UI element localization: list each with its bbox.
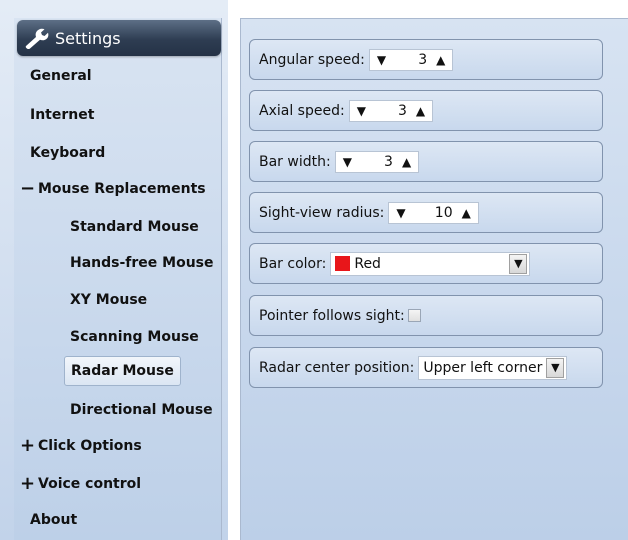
collapse-icon[interactable]: − bbox=[20, 180, 38, 198]
decrement-icon[interactable]: ▼ bbox=[374, 53, 389, 67]
pointer-follows-sight-row: Pointer follows sight: bbox=[249, 295, 603, 336]
decrement-icon[interactable]: ▼ bbox=[340, 155, 355, 169]
sight-view-radius-label: Sight-view radius: bbox=[259, 204, 385, 221]
sidebar-item-hands-free-mouse[interactable]: Hands-free Mouse bbox=[70, 255, 214, 271]
sidebar-item-label: Keyboard bbox=[30, 145, 106, 161]
radar-center-position-label: Radar center position: bbox=[259, 359, 415, 376]
axial-speed-label: Axial speed: bbox=[259, 102, 345, 119]
bar-width-stepper[interactable]: ▼ 3 ▲ bbox=[334, 150, 420, 173]
decrement-icon[interactable]: ▼ bbox=[393, 206, 408, 220]
sidebar-item-label: About bbox=[30, 512, 78, 528]
sidebar-item-label: Mouse Replacements bbox=[38, 181, 206, 197]
axial-speed-row: Axial speed: ▼ 3 ▲ bbox=[249, 90, 603, 131]
sidebar-item-directional-mouse[interactable]: Directional Mouse bbox=[70, 402, 213, 418]
increment-icon[interactable]: ▲ bbox=[413, 104, 428, 118]
sidebar-item-radar-mouse[interactable]: Radar Mouse bbox=[64, 356, 181, 386]
sidebar-item-general[interactable]: General bbox=[30, 68, 92, 84]
sidebar-item-label: XY Mouse bbox=[70, 292, 148, 308]
angular-speed-stepper[interactable]: ▼ 3 ▲ bbox=[368, 48, 454, 71]
angular-speed-row: Angular speed: ▼ 3 ▲ bbox=[249, 39, 603, 80]
bar-color-label: Bar color: bbox=[259, 255, 327, 272]
sidebar-item-label: Radar Mouse bbox=[71, 363, 174, 379]
sidebar-item-label: Directional Mouse bbox=[70, 402, 213, 418]
expand-icon[interactable]: + bbox=[20, 475, 38, 493]
angular-speed-label: Angular speed: bbox=[259, 51, 365, 68]
pointer-follows-sight-label: Pointer follows sight: bbox=[259, 307, 405, 324]
increment-icon[interactable]: ▲ bbox=[433, 53, 448, 67]
sidebar-item-label: Hands-free Mouse bbox=[70, 255, 214, 271]
sidebar-item-internet[interactable]: Internet bbox=[30, 107, 94, 123]
settings-header: Settings bbox=[17, 20, 221, 56]
increment-icon[interactable]: ▲ bbox=[459, 206, 474, 220]
sight-view-radius-stepper[interactable]: ▼ 10 ▲ bbox=[388, 201, 479, 224]
bar-width-value[interactable]: 3 bbox=[355, 154, 399, 170]
sidebar-item-xy-mouse[interactable]: XY Mouse bbox=[70, 292, 147, 308]
bar-width-row: Bar width: ▼ 3 ▲ bbox=[249, 141, 603, 182]
radar-center-position-value: Upper left corner bbox=[423, 359, 543, 376]
axial-speed-stepper[interactable]: ▼ 3 ▲ bbox=[348, 99, 434, 122]
sidebar-item-scanning-mouse[interactable]: Scanning Mouse bbox=[70, 329, 199, 345]
sidebar-item-mouse-replacements[interactable]: − Mouse Replacements bbox=[20, 180, 206, 198]
sidebar-item-about[interactable]: About bbox=[30, 512, 77, 528]
sidebar-item-label: General bbox=[30, 68, 92, 84]
radar-center-position-select[interactable]: Upper left corner ▼ bbox=[418, 355, 568, 380]
pointer-follows-sight-checkbox[interactable] bbox=[407, 309, 421, 322]
bar-color-select[interactable]: Red ▼ bbox=[330, 251, 531, 276]
bar-color-value: Red bbox=[354, 255, 381, 272]
bar-color-row: Bar color: Red ▼ bbox=[249, 243, 603, 284]
dropdown-arrow-icon[interactable]: ▼ bbox=[509, 253, 528, 274]
dropdown-arrow-icon[interactable]: ▼ bbox=[546, 357, 565, 378]
sidebar-item-label: Click Options bbox=[38, 438, 142, 454]
sidebar-item-standard-mouse[interactable]: Standard Mouse bbox=[70, 219, 199, 235]
color-swatch bbox=[335, 256, 351, 271]
expand-icon[interactable]: + bbox=[20, 437, 38, 455]
bar-width-label: Bar width: bbox=[259, 153, 331, 170]
settings-panel: Angular speed: ▼ 3 ▲ Axial speed: ▼ 3 ▲ … bbox=[240, 18, 628, 540]
axial-speed-value[interactable]: 3 bbox=[369, 103, 413, 119]
radar-center-position-row: Radar center position: Upper left corner… bbox=[249, 347, 603, 388]
settings-title: Settings bbox=[55, 28, 121, 48]
sidebar-panel bbox=[14, 18, 222, 540]
increment-icon[interactable]: ▲ bbox=[399, 155, 414, 169]
wrench-icon bbox=[25, 28, 49, 49]
sidebar-item-voice-control[interactable]: + Voice control bbox=[20, 475, 142, 493]
sidebar-item-label: Voice control bbox=[38, 476, 142, 492]
sidebar-item-label: Scanning Mouse bbox=[70, 329, 199, 345]
angular-speed-value[interactable]: 3 bbox=[389, 52, 433, 68]
decrement-icon[interactable]: ▼ bbox=[354, 104, 369, 118]
sidebar-item-label: Standard Mouse bbox=[70, 219, 199, 235]
sight-view-radius-value[interactable]: 10 bbox=[409, 205, 459, 221]
sidebar-item-label: Internet bbox=[30, 107, 95, 123]
sidebar-item-click-options[interactable]: + Click Options bbox=[20, 437, 142, 455]
sight-view-radius-row: Sight-view radius: ▼ 10 ▲ bbox=[249, 192, 603, 233]
sidebar-item-keyboard[interactable]: Keyboard bbox=[30, 145, 105, 161]
